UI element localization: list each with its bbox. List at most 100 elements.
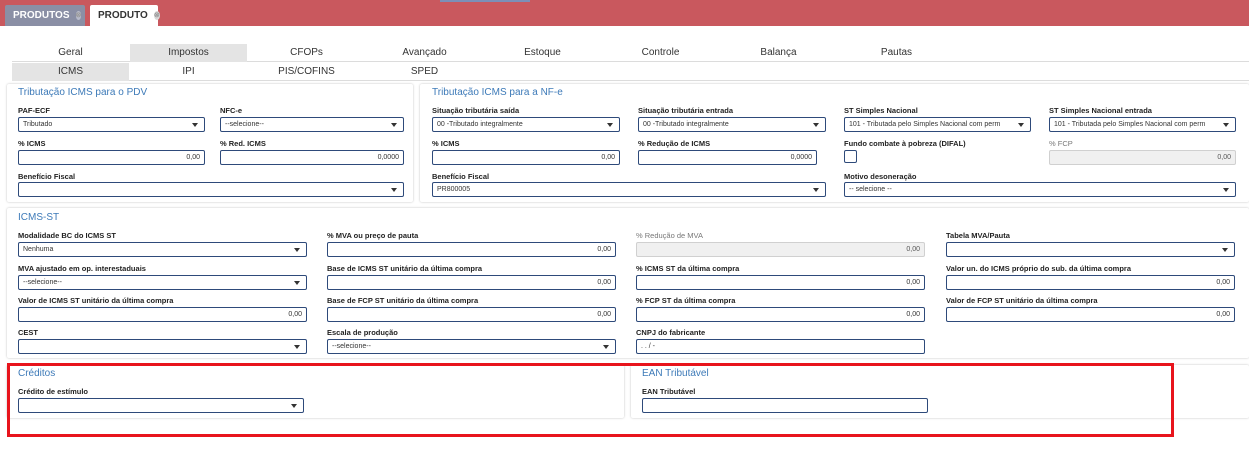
st-simples-select[interactable]: 101 - Tributada pelo Simples Nacional co…	[844, 117, 1031, 132]
st-simples-entrada-select[interactable]: 101 - Tributada pelo Simples Nacional co…	[1049, 117, 1236, 132]
mva-ajustado-select[interactable]: --selecione--	[18, 275, 307, 290]
mva-ajustado-label: MVA ajustado em op. interestaduais	[18, 264, 146, 273]
pct-icms-st-input[interactable]: 0,00	[636, 275, 925, 290]
fcp-difal-checkbox[interactable]	[844, 150, 857, 163]
base-icms-st-input[interactable]: 0,00	[327, 275, 616, 290]
paf-ecf-select[interactable]: Tributado	[18, 117, 205, 132]
tab-ipi[interactable]: IPI	[130, 63, 247, 81]
st-simples-label: ST Simples Nacional	[844, 106, 918, 115]
tabela-mva-select[interactable]	[946, 242, 1235, 257]
nfe-icms-label: % ICMS	[432, 139, 460, 148]
sit-saida-label: Situação tributária saída	[432, 106, 520, 115]
motivo-select[interactable]: -- selecione --	[844, 182, 1236, 197]
mva-label: % MVA ou preço de pauta	[327, 231, 419, 240]
nfce-select[interactable]: --selecione--	[220, 117, 404, 132]
valor-fcp-st-input[interactable]: 0,00	[946, 307, 1235, 322]
tab-controle[interactable]: Controle	[602, 44, 719, 62]
cnpj-label: CNPJ do fabricante	[636, 328, 706, 337]
reducao-mva-input: 0,00	[636, 242, 925, 257]
valor-un-icms-input[interactable]: 0,00	[946, 275, 1235, 290]
chevron-down-icon	[607, 123, 613, 127]
pdv-beneficio-select[interactable]	[18, 182, 404, 197]
pct-fcp-st-input[interactable]: 0,00	[636, 307, 925, 322]
sub-tab-bar: ICMS IPI PIS/COFINS SPED	[12, 63, 1249, 81]
close-icon[interactable]: ⊗	[75, 11, 82, 20]
base-icms-st-label: Base de ICMS ST unitário da última compr…	[327, 264, 483, 273]
mva-input[interactable]: 0,00	[327, 242, 616, 257]
red-icms-input[interactable]: 0,0000	[220, 150, 404, 165]
close-icon[interactable]: ⊗	[153, 11, 160, 20]
base-fcp-st-input[interactable]: 0,00	[327, 307, 616, 322]
cnpj-input[interactable]: . . / -	[636, 339, 925, 354]
chevron-down-icon	[813, 123, 819, 127]
tab-produto-label: PRODUTO	[98, 10, 148, 21]
mva-ajustado-value: --selecione--	[23, 279, 62, 286]
valor-icms-st-input[interactable]: 0,00	[18, 307, 307, 322]
tab-estoque[interactable]: Estoque	[484, 44, 601, 62]
valor-fcp-st-label: Valor de FCP ST unitário da última compr…	[946, 296, 1098, 305]
motivo-value: -- selecione --	[849, 186, 892, 193]
chevron-down-icon	[1223, 123, 1229, 127]
nfe-title: Tributação ICMS para a NF-e	[432, 87, 563, 98]
chevron-down-icon	[294, 281, 300, 285]
tab-icms[interactable]: ICMS	[12, 63, 129, 81]
pdv-panel: Tributação ICMS para o PDV PAF-ECF Tribu…	[7, 84, 413, 202]
tab-produtos-label: PRODUTOS	[13, 10, 70, 21]
pdv-icms-input[interactable]: 0,00	[18, 150, 205, 165]
chevron-down-icon	[294, 248, 300, 252]
sit-saida-value: 00 -Tributado integralmente	[437, 121, 523, 128]
tab-produto[interactable]: PRODUTO ⊗	[90, 5, 160, 26]
nfe-beneficio-value: PR800005	[437, 186, 471, 193]
tabela-mva-label: Tabela MVA/Pauta	[946, 231, 1010, 240]
pct-fcp-input: 0,00	[1049, 150, 1236, 165]
nfe-beneficio-select[interactable]: PR800005	[432, 182, 826, 197]
tab-pautas[interactable]: Pautas	[838, 44, 955, 62]
sit-saida-select[interactable]: 00 -Tributado integralmente	[432, 117, 620, 132]
tab-sped[interactable]: SPED	[366, 63, 483, 81]
escala-label: Escala de produção	[327, 328, 398, 337]
cest-label: CEST	[18, 328, 39, 337]
st-simples-entrada-value: 101 - Tributada pelo Simples Nacional co…	[1054, 121, 1206, 128]
red-icms-label: % Red. ICMS	[220, 139, 266, 148]
nfe-icms-input[interactable]: 0,00	[432, 150, 620, 165]
chevron-down-icon	[391, 123, 397, 127]
nfe-beneficio-label: Benefício Fiscal	[432, 172, 490, 181]
top-bar: PRODUTOS ⊗ PRODUTO ⊗	[0, 0, 1249, 26]
motivo-label: Motivo desoneração	[844, 172, 917, 181]
pdv-title: Tributação ICMS para o PDV	[18, 87, 148, 98]
sit-entrada-select[interactable]: 00 -Tributado integralmente	[638, 117, 826, 132]
top-indicator	[440, 0, 530, 2]
pct-fcp-st-label: % FCP ST da última compra	[636, 296, 736, 305]
nfce-label: NFC-e	[220, 106, 243, 115]
st-simples-value: 101 - Tributada pelo Simples Nacional co…	[849, 121, 1001, 128]
tab-geral[interactable]: Geral	[12, 44, 129, 62]
modalidade-select[interactable]: Nenhuma	[18, 242, 307, 257]
base-fcp-st-label: Base de FCP ST unitário da última compra	[327, 296, 479, 305]
icms-st-title: ICMS-ST	[18, 212, 60, 223]
tab-balanca[interactable]: Balança	[720, 44, 837, 62]
pct-fcp-label: % FCP	[1049, 139, 1073, 148]
tab-impostos[interactable]: Impostos	[130, 44, 247, 62]
st-simples-entrada-label: ST Simples Nacional entrada	[1049, 106, 1152, 115]
pdv-beneficio-label: Benefício Fiscal	[18, 172, 76, 181]
modalidade-label: Modalidade BC do ICMS ST	[18, 231, 116, 240]
escala-select[interactable]: --selecione--	[327, 339, 616, 354]
paf-ecf-label: PAF-ECF	[18, 106, 50, 115]
icms-st-panel: ICMS-ST Modalidade BC do ICMS ST Nenhuma…	[7, 208, 1249, 358]
tab-pis-cofins[interactable]: PIS/COFINS	[248, 63, 365, 81]
reducao-mva-label: % Redução de MVA	[636, 231, 703, 240]
tab-avancado[interactable]: Avançado	[366, 44, 483, 62]
reducao-icms-input[interactable]: 0,0000	[638, 150, 817, 165]
valor-un-icms-label: Valor un. do ICMS próprio do sub. da últ…	[946, 264, 1132, 273]
nfce-value: --selecione--	[225, 121, 264, 128]
valor-icms-st-label: Valor de ICMS ST unitário da última comp…	[18, 296, 174, 305]
sit-entrada-label: Situação tributária entrada	[638, 106, 734, 115]
chevron-down-icon	[603, 345, 609, 349]
paf-ecf-value: Tributado	[23, 121, 53, 128]
tab-produtos[interactable]: PRODUTOS ⊗	[5, 5, 85, 26]
tab-cfops[interactable]: CFOPs	[248, 44, 365, 62]
chevron-down-icon	[294, 345, 300, 349]
pct-icms-st-label: % ICMS ST da última compra	[636, 264, 740, 273]
pdv-icms-label: % ICMS	[18, 139, 46, 148]
cest-select[interactable]	[18, 339, 307, 354]
